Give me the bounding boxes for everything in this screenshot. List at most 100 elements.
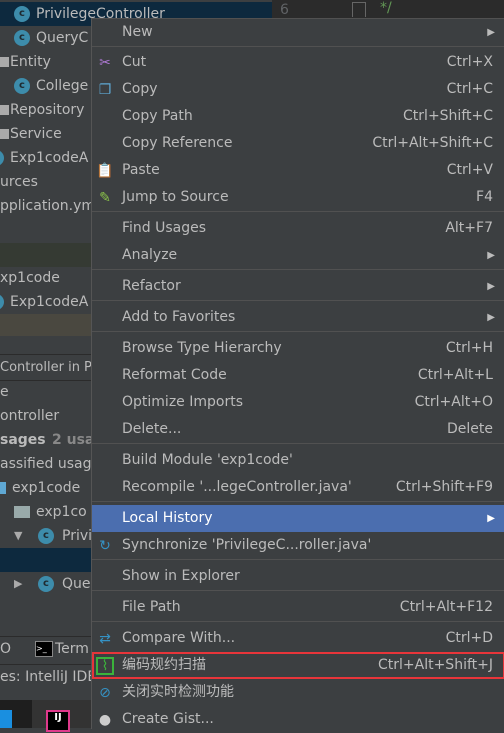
menu-separator [92, 300, 504, 301]
usage-count: 2 usa [52, 432, 95, 448]
menu-item-delete[interactable]: Delete... Delete [92, 416, 504, 443]
class-icon: c [14, 30, 30, 46]
menu-separator [92, 559, 504, 560]
menu-item-shortcut: Ctrl+X [446, 54, 493, 70]
calendar-icon[interactable] [0, 710, 12, 728]
menu-item-compare-with[interactable]: ⇄ Compare With... Ctrl+D [92, 625, 504, 652]
tree-item-label: Repository [10, 102, 85, 118]
menu-separator [92, 331, 504, 332]
menu-item-refactor[interactable]: Refactor ▶ [92, 273, 504, 300]
submenu-arrow-icon: ▶ [487, 27, 495, 38]
menu-item-local-history[interactable]: Local History ▶ [92, 505, 504, 532]
menu-item-label: Delete... [122, 421, 182, 437]
menu-item-cut[interactable]: ✂ Cut Ctrl+X [92, 49, 504, 76]
menu-item-label: Analyze [122, 247, 178, 263]
menu-item-shortcut: Ctrl+Shift+C [403, 108, 493, 124]
usage-label: ontroller [0, 408, 60, 424]
copy-icon: ❐ [98, 82, 112, 98]
menu-item-browse-type-hierarchy[interactable]: Browse Type Hierarchy Ctrl+H [92, 335, 504, 362]
folder-icon [0, 482, 6, 494]
menu-separator [92, 46, 504, 47]
submenu-arrow-icon: ▶ [487, 312, 495, 323]
menu-item-file-path[interactable]: File Path Ctrl+Alt+F12 [92, 594, 504, 621]
menu-item-label: Show in Explorer [122, 568, 240, 584]
context-menu: New ▶ ✂ Cut Ctrl+X ❐ Copy Ctrl+C Copy Path Ctrl+S… [91, 18, 504, 729]
package-icon [0, 129, 9, 139]
tree-item-label: urces [0, 174, 38, 190]
menu-item-label: 编码规约扫描 [122, 657, 206, 673]
menu-item-build-module-exp1code[interactable]: Build Module 'exp1code' [92, 447, 504, 474]
menu-item-label: Build Module 'exp1code' [122, 452, 293, 468]
tree-item-label: pplication.ym [0, 198, 96, 214]
tree-item-label: College [36, 78, 89, 94]
tree-item-label: Entity [10, 54, 51, 70]
menu-item-shortcut: Ctrl+Alt+Shift+C [372, 135, 493, 151]
menu-item-show-in-explorer[interactable]: Show in Explorer [92, 563, 504, 590]
menu-item-find-usages[interactable]: Find Usages Alt+F7 [92, 215, 504, 242]
menu-item-label: Reformat Code [122, 367, 227, 383]
usage-label: Que [62, 576, 91, 592]
code-scan-icon: ⌇ [96, 657, 114, 675]
menu-item-shortcut: Ctrl+Alt+F12 [399, 599, 493, 615]
tree-item-label: Exp1codeA [10, 150, 89, 166]
expand-down-icon[interactable]: ▼ [14, 524, 22, 548]
menu-item-label: Browse Type Hierarchy [122, 340, 282, 356]
menu-item-label: Create Gist... [122, 711, 214, 727]
menu-item-add-to-favorites[interactable]: Add to Favorites ▶ [92, 304, 504, 331]
compare-icon: ⇄ [99, 631, 111, 647]
usage-label: e [0, 384, 9, 400]
menu-item-label: Copy Path [122, 108, 193, 124]
menu-separator [92, 621, 504, 622]
menu-item-23[interactable]: ⊘ 关闭实时检测功能 [92, 679, 504, 706]
usage-label: assified usage [0, 456, 101, 472]
menu-item-label: Local History [122, 510, 213, 526]
tab-todo[interactable]: O [0, 637, 11, 661]
menu-item-shortcut: Ctrl+Alt+O [414, 394, 493, 410]
menu-item-shortcut: Ctrl+Alt+Shift+J [377, 657, 493, 673]
menu-item-22[interactable]: ⌇ 编码规约扫描 Ctrl+Alt+Shift+J [92, 652, 504, 679]
fold-icon[interactable] [352, 2, 366, 17]
menu-item-label: Recompile '...legeController.java' [122, 479, 352, 495]
menu-item-shortcut: Ctrl+Shift+F9 [395, 479, 493, 495]
menu-item-copy-path[interactable]: Copy Path Ctrl+Shift+C [92, 103, 504, 130]
menu-item-label: Synchronize 'PrivilegeC...roller.java' [122, 537, 372, 553]
tree-item-label: Service [10, 126, 62, 142]
menu-item-copy-reference[interactable]: Copy Reference Ctrl+Alt+Shift+C [92, 130, 504, 157]
menu-item-label: New [122, 24, 153, 40]
menu-item-copy[interactable]: ❐ Copy Ctrl+C [92, 76, 504, 103]
menu-item-shortcut: Ctrl+Alt+L [417, 367, 493, 383]
menu-item-label: Cut [122, 54, 147, 70]
tab-terminal[interactable]: Term [55, 637, 89, 661]
menu-item-recompile-legecontroller-java[interactable]: Recompile '...legeController.java' Ctrl+S… [92, 474, 504, 501]
menu-item-shortcut: Ctrl+V [446, 162, 493, 178]
menu-item-label: Optimize Imports [122, 394, 243, 410]
submenu-arrow-icon: ▶ [487, 281, 495, 292]
menu-separator [92, 590, 504, 591]
menu-item-label: Copy [122, 81, 158, 97]
class-icon: c [14, 78, 30, 94]
usage-label: exp1co [36, 504, 87, 520]
scissors-icon: ✂ [99, 55, 111, 71]
menu-item-label: File Path [122, 599, 181, 615]
menu-item-analyze[interactable]: Analyze ▶ [92, 242, 504, 269]
package-icon [0, 57, 9, 67]
menu-item-optimize-imports[interactable]: Optimize Imports Ctrl+Alt+O [92, 389, 504, 416]
menu-item-create-gist[interactable]: ● Create Gist... [92, 706, 504, 733]
menu-separator [92, 501, 504, 502]
tree-item-label: Exp1codeA [10, 294, 89, 310]
intellij-taskbar-icon[interactable]: IJ [32, 700, 92, 732]
expand-right-icon[interactable]: ▶ [14, 572, 22, 596]
menu-item-paste[interactable]: 📋 Paste Ctrl+V [92, 157, 504, 184]
menu-item-shortcut: Ctrl+C [446, 81, 493, 97]
menu-item-label: Compare With... [122, 630, 236, 646]
menu-item-synchronize-privilegec-roller-java[interactable]: ↻ Synchronize 'PrivilegeC...roller.java' [92, 532, 504, 559]
menu-item-new[interactable]: New ▶ [92, 19, 504, 46]
menu-item-label: Jump to Source [122, 189, 229, 205]
menu-item-jump-to-source[interactable]: ✎ Jump to Source F4 [92, 184, 504, 211]
submenu-arrow-icon: ▶ [487, 513, 495, 524]
disable-icon: ⊘ [99, 685, 111, 701]
sync-icon: ↻ [99, 538, 111, 554]
menu-item-reformat-code[interactable]: Reformat Code Ctrl+Alt+L [92, 362, 504, 389]
editor[interactable]: 6 */ [272, 0, 504, 18]
line-number: 6 [280, 2, 289, 18]
